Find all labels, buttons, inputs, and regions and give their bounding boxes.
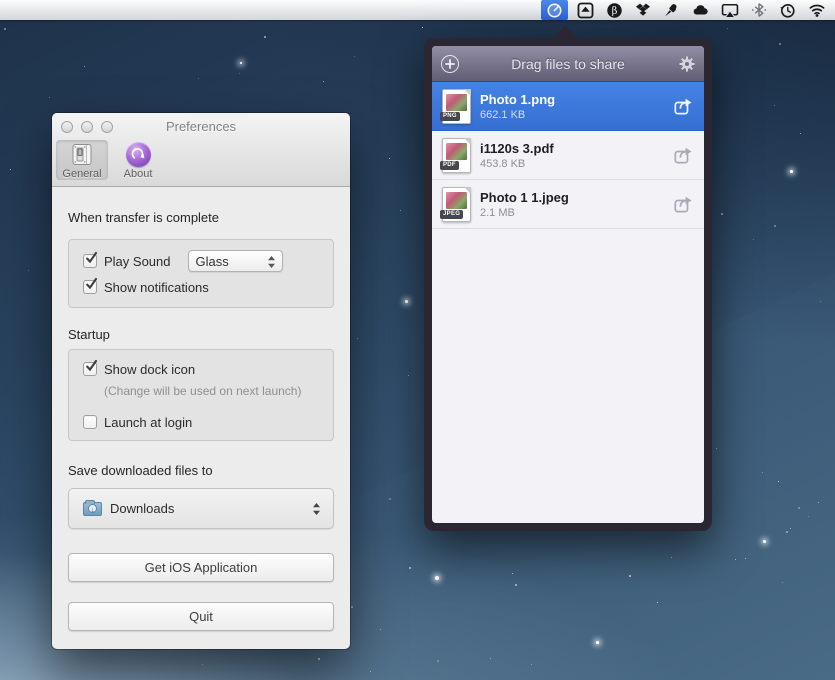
startup-groupbox: Show dock icon (Change will be used on n… [68, 349, 334, 441]
save-folder-popup[interactable]: ↓ Downloads [68, 488, 334, 529]
dock-change-note: (Change will be used on next launch) [104, 384, 319, 399]
tab-general[interactable]: General [56, 140, 108, 180]
popup-arrows-icon [312, 502, 321, 516]
play-sound-label: Play Sound [104, 254, 171, 269]
close-button[interactable] [61, 121, 73, 133]
about-swirl-icon [126, 142, 151, 167]
tab-general-label: General [62, 168, 101, 180]
share-link-button[interactable] [673, 194, 694, 215]
save-section-heading: Save downloaded files to [68, 463, 334, 479]
settings-gear-button[interactable] [679, 56, 695, 77]
quit-button[interactable]: Quit [68, 602, 334, 631]
tab-about-label: About [124, 168, 153, 180]
add-file-button[interactable] [441, 55, 459, 73]
svg-text:β: β [612, 4, 618, 16]
file-name: i1120s 3.pdf [480, 141, 673, 156]
tab-about[interactable]: About [112, 140, 164, 180]
show-dock-icon-label: Show dock icon [104, 362, 195, 377]
png-file-icon: PNG [442, 89, 471, 124]
popover-header: Drag files to share [432, 46, 704, 82]
file-name: Photo 1.png [480, 92, 673, 107]
pdf-file-icon: PDF [442, 138, 471, 173]
file-row-photo-1-png[interactable]: PNG Photo 1.png 662.1 KB [432, 82, 704, 131]
save-folder-value: Downloads [110, 501, 174, 516]
traffic-lights [61, 121, 113, 133]
show-notifications-checkbox[interactable] [83, 280, 97, 294]
file-row-i1120s-3-pdf[interactable]: PDF i1120s 3.pdf 453.8 KB [432, 131, 704, 180]
sound-popup[interactable]: Glass [188, 250, 283, 272]
popover-title: Drag files to share [511, 56, 625, 72]
jpeg-file-icon: JPEG [442, 187, 471, 222]
share-link-button[interactable] [673, 145, 694, 166]
time-machine-menu-icon[interactable] [776, 0, 799, 20]
sound-popup-value: Glass [196, 254, 229, 269]
file-list: PNG Photo 1.png 662.1 KB PDF [432, 82, 704, 523]
preferences-window: Preferences General [52, 113, 350, 649]
app-timer-menu-icon[interactable] [541, 0, 568, 20]
share-popover: Drag files to share [424, 38, 712, 531]
show-notifications-label: Show notifications [104, 280, 209, 295]
uploader-box-menu-icon[interactable] [574, 0, 597, 20]
transfer-section-heading: When transfer is complete [68, 210, 334, 226]
preferences-header: Preferences General [52, 113, 350, 187]
startup-section-heading: Startup [68, 327, 334, 343]
play-sound-checkbox[interactable] [83, 254, 97, 268]
show-dock-icon-checkbox[interactable] [83, 362, 97, 376]
beta-app-menu-icon[interactable]: β [603, 0, 626, 20]
preferences-titlebar[interactable]: Preferences [52, 113, 350, 140]
dropbox-menu-icon[interactable] [632, 0, 654, 20]
pushpin-menu-icon[interactable] [660, 0, 682, 20]
file-size: 662.1 KB [480, 109, 673, 121]
share-link-button[interactable] [673, 96, 694, 117]
gear-icon [679, 56, 695, 72]
preferences-toolbar: General About [56, 140, 164, 186]
bluetooth-menu-icon[interactable] [748, 0, 770, 20]
get-ios-app-button[interactable]: Get iOS Application [68, 553, 334, 582]
downloads-folder-icon: ↓ [83, 502, 102, 516]
popup-arrows-icon [267, 255, 276, 269]
minimize-button[interactable] [81, 121, 93, 133]
wifi-menu-icon[interactable] [805, 0, 829, 20]
launch-at-login-checkbox[interactable] [83, 415, 97, 429]
file-name: Photo 1 1.jpeg [480, 190, 673, 205]
popover-arrow [552, 26, 578, 39]
file-row-photo-1-1-jpeg[interactable]: JPEG Photo 1 1.jpeg 2.1 MB [432, 180, 704, 229]
file-size: 2.1 MB [480, 207, 673, 219]
zoom-button[interactable] [101, 121, 113, 133]
cloud-menu-icon[interactable] [688, 0, 712, 20]
light-switch-icon [70, 142, 94, 167]
transfer-groupbox: Play Sound Glass Show notifications [68, 239, 334, 308]
menu-bar-status-icons: β [541, 0, 829, 20]
menu-bar: β [0, 0, 835, 20]
airplay-menu-icon[interactable] [718, 0, 742, 20]
file-size: 453.8 KB [480, 158, 673, 170]
launch-at-login-label: Launch at login [104, 415, 192, 430]
